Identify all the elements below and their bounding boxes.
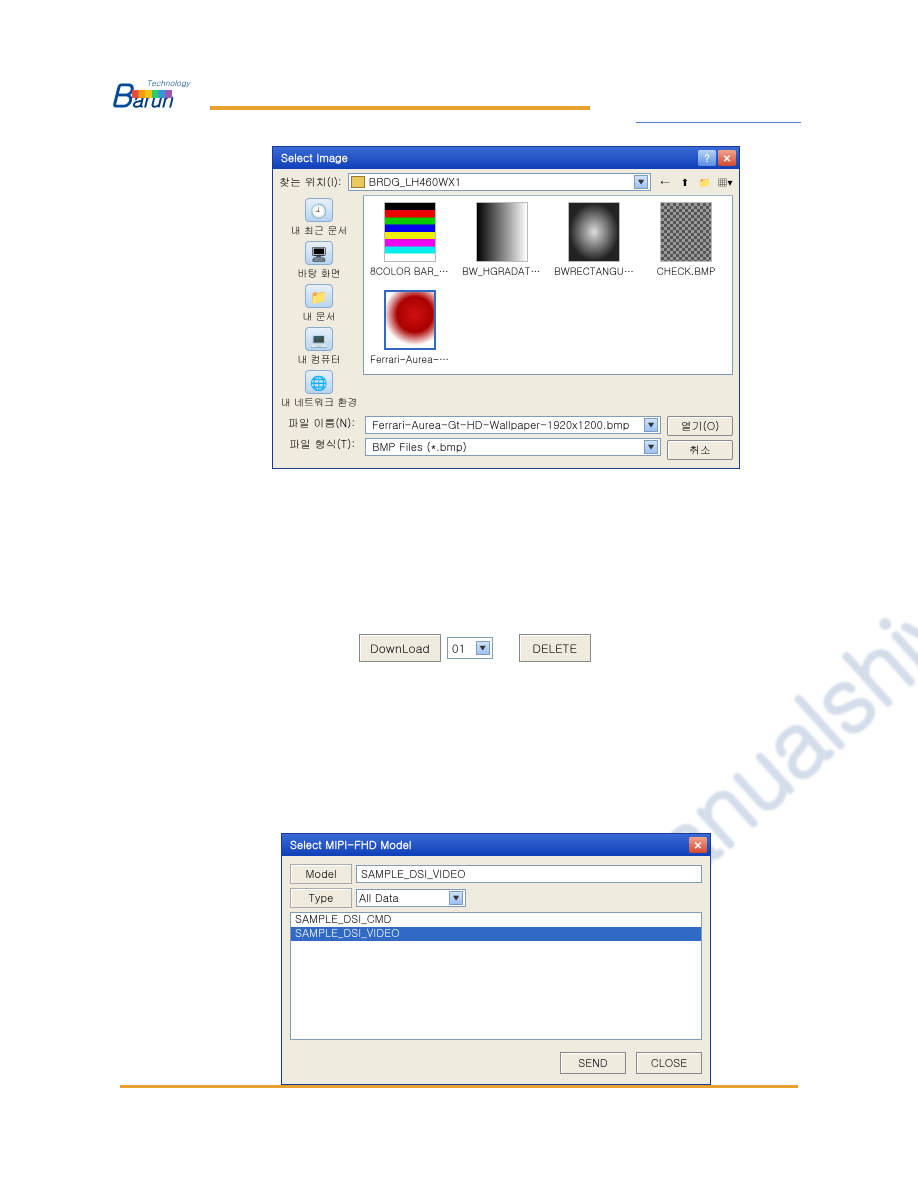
close-button[interactable]: ✕ (689, 837, 707, 853)
file-thumb (384, 202, 436, 262)
select-model-dialog: Select MIPI-FHD Model ✕ Model SAMPLE_DSI… (281, 833, 711, 1085)
view-menu-icon[interactable]: ▦▾ (717, 174, 733, 190)
look-in-row: 찾는 위치(I): BRDG_LH460WX1 ▼ ← ⬆ 📁 ▦▾ (279, 173, 733, 191)
filename-combo[interactable]: Ferrari-Aurea-Gt-HD-Wallpaper-1920x1200.… (365, 416, 661, 434)
dialog2-buttons: SEND CLOSE (290, 1052, 702, 1074)
type-label: Type (290, 888, 352, 908)
look-in-label: 찾는 위치(I): (279, 175, 342, 190)
open-button[interactable]: 열기(O) (667, 416, 733, 436)
nav-icons: ← ⬆ 📁 ▦▾ (657, 174, 733, 190)
slot-combo[interactable]: 01 ▼ (447, 637, 493, 659)
sidebar-label-documents: 내 문서 (302, 309, 335, 323)
sidebar-item-network[interactable]: 🌐 내 네트워크 환경 (280, 369, 359, 410)
chevron-down-icon[interactable]: ▼ (476, 641, 490, 655)
filetype-label: 파일 형식(T): (289, 437, 355, 452)
sidebar-label-recent: 내 최근 문서 (291, 223, 348, 237)
dialog1-body: 찾는 위치(I): BRDG_LH460WX1 ▼ ← ⬆ 📁 ▦▾ 🕘 내 최… (273, 169, 739, 468)
filename-label: 파일 이름(N): (288, 416, 355, 431)
dialog2-body: Model SAMPLE_DSI_VIDEO Type All Data ▼ S… (282, 856, 710, 1084)
filetype-value: BMP Files (*.bmp) (368, 440, 644, 455)
file-item-rectgrad[interactable]: BWRECTANGULAR GRADATION.BMP (554, 202, 634, 278)
file-name: CHECK.BMP (646, 264, 726, 278)
chevron-down-icon[interactable]: ▼ (634, 175, 648, 189)
file-name: 8COLOR BAR_H.BMP (370, 264, 450, 278)
page-header: Technology Barun (110, 78, 808, 118)
list-item[interactable]: SAMPLE_DSI_VIDEO (291, 927, 701, 941)
close-button[interactable]: ✕ (718, 150, 736, 166)
type-combo[interactable]: All Data ▼ (356, 889, 466, 907)
list-item[interactable]: SAMPLE_DSI_CMD (291, 913, 701, 927)
header-blue-line (636, 122, 801, 123)
model-row: Model SAMPLE_DSI_VIDEO (290, 864, 702, 884)
places-sidebar: 🕘 내 최근 문서 🖥 바탕 화면 📁 내 문서 💻 내 컴퓨터 🌐 (279, 195, 359, 412)
file-thumb (384, 290, 436, 350)
logo-b-letter: B (110, 71, 132, 116)
chevron-down-icon[interactable]: ▼ (449, 891, 463, 905)
back-icon[interactable]: ← (657, 174, 673, 190)
file-item-8color[interactable]: 8COLOR BAR_H.BMP (370, 202, 450, 278)
desktop-icon: 🖥 (305, 241, 333, 265)
folder-name: BRDG_LH460WX1 (369, 175, 630, 190)
file-item-hgrad[interactable]: BW_HGRADATION... (462, 202, 542, 278)
dialog2-titlebar[interactable]: Select MIPI-FHD Model ✕ (282, 834, 710, 856)
cancel-button[interactable]: 취소 (667, 440, 733, 460)
header-orange-bar (210, 106, 590, 110)
model-listbox[interactable]: SAMPLE_DSI_CMD SAMPLE_DSI_VIDEO (290, 912, 702, 1040)
chevron-down-icon[interactable]: ▼ (644, 418, 658, 432)
my-documents-icon: 📁 (305, 284, 333, 308)
dialog1-titlebar[interactable]: Select Image ? ✕ (273, 147, 739, 169)
close-button[interactable]: CLOSE (636, 1052, 702, 1074)
dialog1-bottom: 파일 이름(N): 파일 형식(T): Ferrari-Aurea-Gt-HD-… (279, 416, 733, 460)
filetype-combo[interactable]: BMP Files (*.bmp) ▼ (365, 438, 661, 456)
sidebar-label-desktop: 바탕 화면 (297, 266, 340, 280)
file-thumb (568, 202, 620, 262)
select-image-dialog: Select Image ? ✕ 찾는 위치(I): BRDG_LH460WX1… (272, 146, 740, 469)
new-folder-icon[interactable]: 📁 (697, 174, 713, 190)
dialog1-main: 🕘 내 최근 문서 🖥 바탕 화면 📁 내 문서 💻 내 컴퓨터 🌐 (279, 195, 733, 412)
sidebar-label-network: 내 네트워크 환경 (281, 395, 358, 409)
download-toolbar: DownLoad 01 ▼ DELETE (359, 634, 591, 662)
logo-stripes (132, 90, 172, 98)
delete-button[interactable]: DELETE (519, 634, 591, 662)
sidebar-item-computer[interactable]: 💻 내 컴퓨터 (296, 326, 341, 367)
send-button[interactable]: SEND (560, 1052, 626, 1074)
sidebar-item-documents[interactable]: 📁 내 문서 (301, 283, 336, 324)
recent-documents-icon: 🕘 (305, 198, 333, 222)
barun-logo: Technology Barun (110, 78, 190, 118)
folder-icon (351, 176, 365, 188)
sidebar-label-computer: 내 컴퓨터 (297, 352, 340, 366)
download-button[interactable]: DownLoad (359, 634, 441, 662)
model-value: SAMPLE_DSI_VIDEO (361, 867, 466, 882)
type-value: All Data (359, 891, 449, 906)
file-list[interactable]: 8COLOR BAR_H.BMP BW_HGRADATION... BWRECT… (363, 195, 733, 375)
file-name: BW_HGRADATION... (462, 264, 542, 278)
model-input[interactable]: SAMPLE_DSI_VIDEO (356, 865, 702, 883)
help-button[interactable]: ? (698, 150, 716, 166)
dialog2-title: Select MIPI-FHD Model (290, 838, 687, 853)
slot-value: 01 (450, 640, 476, 657)
footer-orange-bar (120, 1085, 798, 1088)
model-label: Model (290, 864, 352, 884)
file-name: Ferrari-Aurea-Gt-H... (370, 352, 450, 366)
file-thumb (476, 202, 528, 262)
chevron-down-icon[interactable]: ▼ (644, 440, 658, 454)
logo-tech-text: Technology (147, 78, 190, 89)
type-row: Type All Data ▼ (290, 888, 702, 908)
sidebar-item-recent[interactable]: 🕘 내 최근 문서 (290, 197, 349, 238)
file-thumb (660, 202, 712, 262)
file-name: BWRECTANGULAR GRADATION.BMP (554, 264, 634, 278)
my-computer-icon: 💻 (305, 327, 333, 351)
sidebar-item-desktop[interactable]: 🖥 바탕 화면 (296, 240, 341, 281)
up-folder-icon[interactable]: ⬆ (677, 174, 693, 190)
file-item-check[interactable]: CHECK.BMP (646, 202, 726, 278)
folder-combo[interactable]: BRDG_LH460WX1 ▼ (348, 173, 651, 191)
dialog1-title: Select Image (281, 151, 696, 166)
file-item-ferrari[interactable]: Ferrari-Aurea-Gt-H... (370, 290, 450, 366)
filename-value: Ferrari-Aurea-Gt-HD-Wallpaper-1920x1200.… (368, 418, 644, 433)
network-places-icon: 🌐 (305, 370, 333, 394)
